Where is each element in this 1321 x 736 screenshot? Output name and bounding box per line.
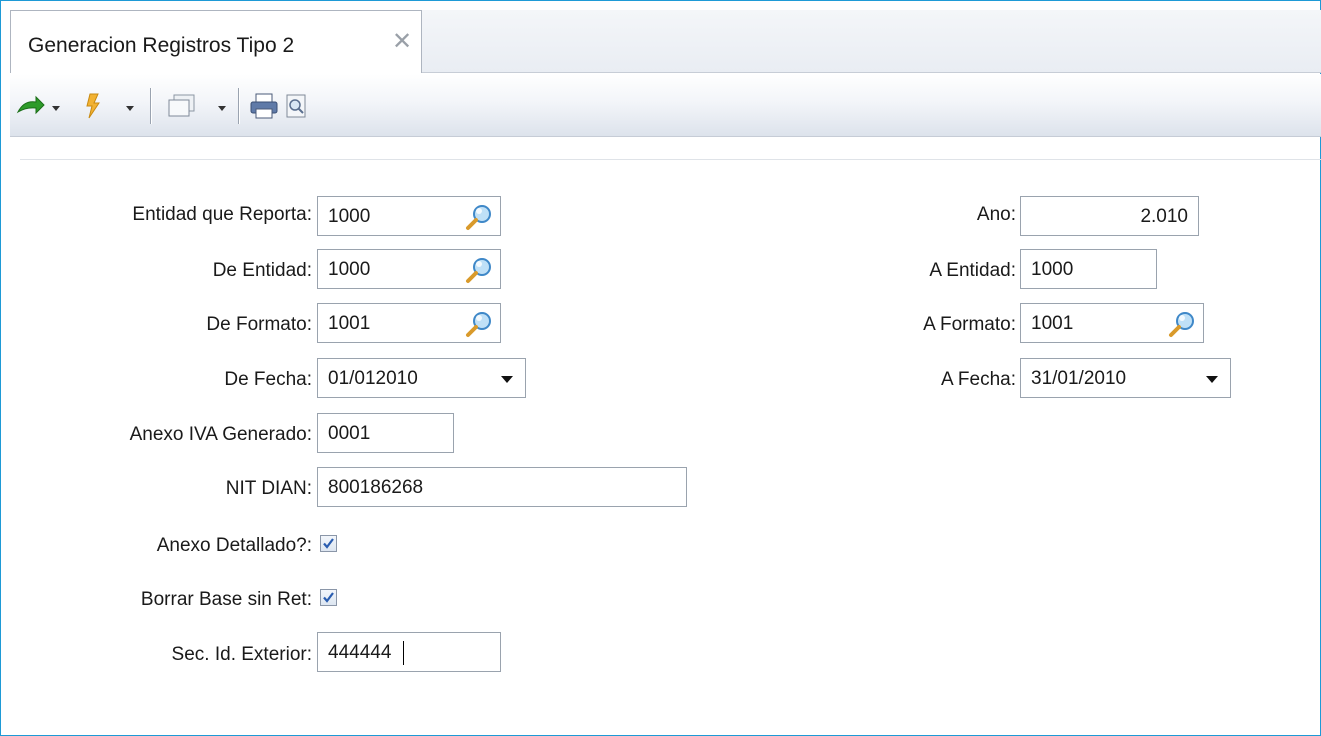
checkmark-icon [323, 538, 334, 549]
ano-value: 2.010 [1140, 206, 1188, 227]
text-caret [403, 641, 404, 665]
anexo-detallado-label: Anexo Detallado?: [156, 535, 312, 556]
close-icon[interactable]: ✕ [392, 30, 412, 54]
de-formato-label: De Formato: [206, 314, 312, 335]
chevron-down-icon[interactable] [126, 106, 134, 111]
anexo-iva-field[interactable]: 0001 [317, 413, 454, 453]
chevron-down-icon[interactable] [218, 106, 226, 111]
search-icon[interactable] [464, 255, 494, 285]
window-icon[interactable] [165, 92, 199, 120]
tab-generacion-registros[interactable]: Generacion Registros Tipo 2 ✕ [10, 10, 422, 73]
chevron-down-icon[interactable] [1206, 376, 1218, 383]
green-arrow-icon[interactable] [16, 92, 46, 120]
a-formato-label: A Formato: [923, 314, 1016, 335]
checkmark-icon [323, 592, 334, 603]
a-fecha-dropdown[interactable]: 31/01/2010 [1020, 358, 1231, 398]
de-entidad-value: 1000 [328, 259, 371, 280]
print-preview-icon[interactable] [282, 92, 310, 120]
tab-strip: Generacion Registros Tipo 2 ✕ [10, 10, 1321, 73]
nit-dian-value: 800186268 [328, 477, 424, 498]
toolbar [10, 74, 1321, 137]
sec-id-exterior-label: Sec. Id. Exterior: [171, 644, 312, 665]
sec-id-exterior-value: 444444 [328, 642, 392, 663]
chevron-down-icon[interactable] [501, 376, 513, 383]
toolbar-separator [238, 88, 239, 124]
a-entidad-value: 1000 [1031, 259, 1074, 280]
entidad-reporta-field[interactable]: 1000 [317, 196, 501, 236]
anexo-detallado-checkbox[interactable] [320, 535, 337, 552]
entidad-reporta-label: Entidad que Reporta: [132, 204, 312, 225]
de-fecha-dropdown[interactable]: 01/012010 [317, 358, 526, 398]
borrar-base-checkbox[interactable] [320, 589, 337, 606]
chevron-down-icon[interactable] [52, 106, 60, 111]
tab-title: Generacion Registros Tipo 2 [28, 34, 295, 57]
a-fecha-value: 31/01/2010 [1031, 368, 1127, 389]
lightning-icon[interactable] [82, 92, 104, 120]
ano-label: Ano: [976, 204, 1016, 225]
borrar-base-label: Borrar Base sin Ret: [140, 589, 312, 610]
a-entidad-field[interactable]: 1000 [1020, 249, 1157, 289]
sec-id-exterior-field[interactable]: 444444 [317, 632, 501, 672]
de-fecha-value: 01/012010 [328, 368, 418, 389]
de-entidad-label: De Entidad: [212, 260, 312, 281]
de-formato-value: 1001 [328, 313, 371, 334]
toolbar-separator [150, 88, 151, 124]
de-formato-field[interactable]: 1001 [317, 303, 501, 343]
de-entidad-field[interactable]: 1000 [317, 249, 501, 289]
nit-dian-label: NIT DIAN: [225, 478, 312, 499]
a-formato-value: 1001 [1031, 313, 1074, 334]
print-icon[interactable] [248, 92, 280, 120]
nit-dian-field[interactable]: 800186268 [317, 467, 687, 507]
entidad-reporta-value: 1000 [328, 206, 371, 227]
anexo-iva-value: 0001 [328, 423, 371, 444]
a-fecha-label: A Fecha: [941, 369, 1016, 390]
ano-field[interactable]: 2.010 [1020, 196, 1199, 236]
search-icon[interactable] [464, 309, 494, 339]
anexo-iva-label: Anexo IVA Generado: [129, 424, 312, 445]
search-icon[interactable] [464, 202, 494, 232]
de-fecha-label: De Fecha: [224, 369, 312, 390]
a-formato-field[interactable]: 1001 [1020, 303, 1204, 343]
content-divider [20, 159, 1321, 160]
a-entidad-label: A Entidad: [929, 260, 1016, 281]
search-icon[interactable] [1167, 309, 1197, 339]
